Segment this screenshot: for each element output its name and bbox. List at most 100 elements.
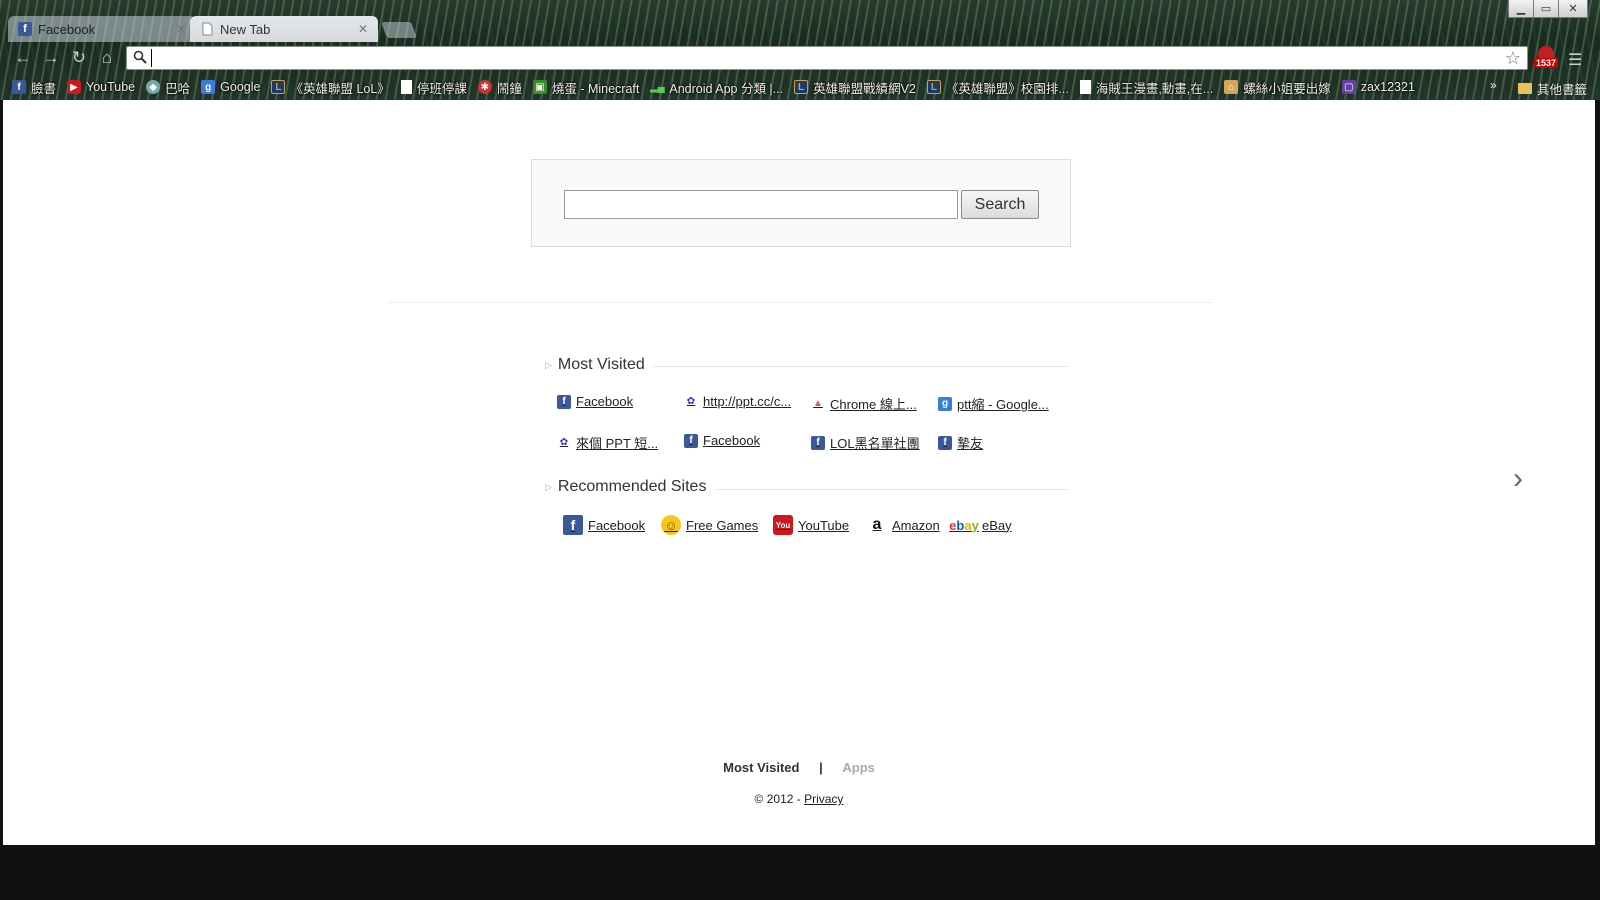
facebook-icon: f: [12, 80, 26, 94]
bookmark-item[interactable]: ⌂ 螺絲小姐要出嫁: [1224, 78, 1331, 97]
bookmark-item[interactable]: 停班停課: [400, 78, 467, 97]
section-title: Most Visited: [557, 356, 645, 373]
bookmark-item[interactable]: ▂▄ Android App 分類 |...: [650, 78, 783, 97]
bookmark-label: Google: [220, 80, 261, 94]
facebook-icon: f: [938, 435, 952, 450]
bookmark-item[interactable]: L 《英雄聯盟 LoL》: [271, 78, 390, 97]
most-visited-item[interactable]: f LOL黑名單社團: [811, 433, 920, 452]
bookmark-item[interactable]: g Google: [201, 80, 260, 94]
chrome-store-icon: ▲: [813, 398, 823, 409]
bookmark-item[interactable]: ▣ 燒蛋 - Minecraft: [532, 78, 640, 97]
bookmark-item[interactable]: ◆ 巴哈: [146, 78, 190, 97]
search-input[interactable]: [564, 190, 958, 219]
other-bookmarks-label: 其他書籤: [1537, 83, 1588, 97]
ebay-icon: ebay: [949, 517, 979, 533]
star-bookmark-icon[interactable]: ☆: [1505, 48, 1521, 69]
item-label: Facebook: [703, 433, 761, 448]
window-controls: ▁ ▭ ✕: [1508, 0, 1588, 18]
menu-icon[interactable]: ☰: [1568, 50, 1582, 70]
collapse-triangle-icon: ▷: [545, 481, 552, 492]
most-visited-item[interactable]: ✿ 來個 PPT 短...: [557, 433, 658, 452]
recommended-sites-heading[interactable]: ▷ Recommended Sites: [545, 478, 706, 496]
extension-button[interactable]: 1537: [1534, 46, 1559, 72]
recommended-item[interactable]: ☺ Free Games: [661, 515, 758, 535]
copyright: © 2012 - Privacy: [3, 792, 1595, 806]
item-label: Free Games: [686, 517, 759, 533]
ptt-icon: ✿: [559, 437, 569, 448]
close-window-button[interactable]: ✕: [1558, 0, 1588, 18]
facebook-icon: f: [557, 394, 571, 409]
reload-button[interactable]: ↻: [68, 48, 90, 68]
facebook-icon: f: [563, 515, 583, 535]
lol-icon: L: [794, 80, 809, 94]
home-button[interactable]: ⌂: [96, 48, 118, 68]
bookmark-label: YouTube: [86, 80, 136, 94]
bookmark-item[interactable]: f 臉書: [12, 78, 56, 97]
bookmark-item[interactable]: ✱ 鬧鐘: [477, 78, 522, 97]
recommended-item[interactable]: a Amazon: [867, 515, 940, 535]
privacy-link[interactable]: Privacy: [804, 792, 843, 806]
bookmark-label: 螺絲小姐要出嫁: [1243, 81, 1331, 96]
page-icon: [1079, 80, 1091, 94]
maximize-button[interactable]: ▭: [1533, 0, 1559, 18]
browser-chrome: f Facebook ✕ New Tab ✕ ▁ ▭ ✕ ← → ↻ ⌂ ☆ 1…: [0, 0, 1600, 100]
smiley-icon: ☺: [661, 515, 681, 535]
collapse-triangle-icon: ▷: [545, 359, 552, 370]
copyright-text: © 2012 -: [754, 792, 805, 806]
bookmark-label: 燒蛋 - Minecraft: [551, 81, 640, 96]
bookmark-label: zax12321: [1360, 80, 1415, 94]
bookmark-label: 停班停課: [416, 81, 467, 96]
item-label: ptt縮 - Google...: [957, 397, 1049, 412]
recommended-item[interactable]: e b a y eBay: [949, 515, 1012, 535]
most-visited-item[interactable]: f Facebook: [684, 433, 760, 448]
most-visited-heading[interactable]: ▷ Most Visited: [545, 356, 645, 374]
footer-apps-link[interactable]: Apps: [842, 760, 875, 775]
tab-new-tab[interactable]: New Tab ✕: [190, 16, 378, 42]
bookmark-label: Android App 分類 |...: [669, 81, 784, 96]
tab-label: Facebook: [38, 21, 96, 37]
next-page-arrow-icon[interactable]: ›: [1513, 462, 1523, 496]
bookmark-item[interactable]: 海賊王漫畫,動畫,在...: [1079, 78, 1214, 97]
most-visited-item[interactable]: f 摯友: [938, 433, 983, 452]
lol-icon: L: [271, 80, 286, 94]
bookmark-item[interactable]: ▢ zax12321: [1341, 80, 1415, 94]
section-title: Recommended Sites: [557, 478, 707, 495]
other-bookmarks-folder[interactable]: 其他書籤: [1518, 79, 1587, 98]
bookmark-item[interactable]: L 《英雄聯盟》校園排...: [926, 78, 1069, 97]
recommended-item[interactable]: You YouTube: [773, 515, 849, 535]
new-tab-page: Search ▷ Most Visited f Facebook ✿ http://…: [3, 100, 1595, 845]
forward-button[interactable]: →: [40, 48, 62, 68]
close-icon[interactable]: ✕: [358, 22, 368, 36]
new-tab-button[interactable]: [381, 22, 417, 38]
search-icon: [133, 50, 147, 64]
facebook-icon: f: [811, 435, 825, 450]
back-button[interactable]: ←: [12, 48, 34, 68]
close-icon[interactable]: ✕: [176, 22, 186, 36]
item-label: eBay: [982, 517, 1012, 533]
youtube-icon: ▶: [67, 80, 82, 94]
bookmark-item[interactable]: ▶ YouTube: [67, 80, 135, 94]
lol-icon: L: [926, 80, 941, 94]
item-label: Facebook: [576, 394, 634, 409]
search-button[interactable]: Search: [961, 190, 1039, 219]
item-label: http://ppt.cc/c...: [703, 394, 792, 409]
tab-facebook[interactable]: f Facebook ✕: [8, 16, 196, 42]
bookmark-label: 《英雄聯盟》校園排...: [945, 81, 1069, 96]
minimize-button[interactable]: ▁: [1508, 0, 1534, 18]
bookmarks-overflow-icon[interactable]: »: [1490, 78, 1497, 92]
footer-most-visited-link[interactable]: Most Visited: [723, 760, 799, 775]
page-icon: [202, 22, 213, 36]
bookmark-item[interactable]: L 英雄聯盟戰績網V2: [794, 78, 916, 97]
most-visited-item[interactable]: f Facebook: [557, 394, 633, 409]
recommended-item[interactable]: f Facebook: [563, 515, 645, 535]
bookmark-label: 海賊王漫畫,動畫,在...: [1095, 81, 1214, 96]
item-label: 摯友: [957, 436, 984, 451]
most-visited-item[interactable]: ▲ Chrome 線上...: [811, 394, 917, 413]
item-label: Facebook: [588, 517, 646, 533]
most-visited-item[interactable]: ✿ http://ppt.cc/c...: [684, 394, 791, 409]
omnibox-input[interactable]: [151, 49, 1471, 67]
omnibox[interactable]: ☆: [126, 46, 1528, 70]
bookmark-label: 英雄聯盟戰績網V2: [813, 81, 916, 96]
item-label: 來個 PPT 短...: [576, 436, 659, 451]
most-visited-item[interactable]: g ptt縮 - Google...: [938, 394, 1049, 413]
